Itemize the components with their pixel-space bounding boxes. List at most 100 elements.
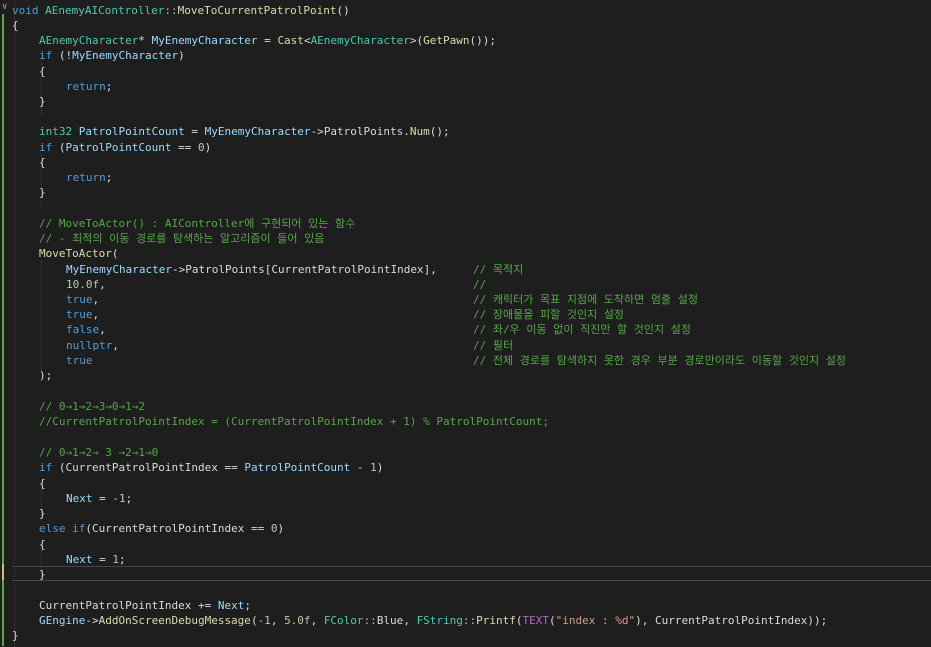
code-line[interactable]: // 좌/우 이동 없이 직진만 할 것인지 설정 — [473, 322, 691, 337]
function-name: GetPawn — [423, 34, 470, 47]
code-line[interactable]: // 0→1→2→3→0→1→2 — [39, 399, 145, 414]
variable: MyEnemyCharacter — [204, 125, 311, 138]
code-line[interactable]: false, — [66, 322, 106, 337]
comment: // 좌/우 이동 없이 직진만 할 것인지 설정 — [473, 323, 692, 336]
code-line[interactable]: // — [473, 277, 486, 292]
code-line[interactable]: // 전체 경로를 탐색하지 못한 경우 부분 경로만이라도 이동할 것인지 설… — [473, 353, 846, 368]
operator: = — [92, 553, 113, 566]
code-line[interactable]: void AEnemyAIController::MoveToCurrentPa… — [12, 3, 350, 18]
code-line[interactable]: //CurrentPatrolPointIndex = (CurrentPatr… — [39, 414, 549, 429]
code-line[interactable]: } — [39, 94, 46, 109]
variable: MyEnemyCharacter — [66, 263, 172, 276]
code-line[interactable]: // MoveToActor() : AIController에 구현되어 있는… — [39, 216, 355, 231]
member: PatrolPoints — [185, 263, 265, 276]
scope-operator: :: — [164, 4, 178, 17]
code-line[interactable]: if (CurrentPatrolPointIndex == PatrolPoi… — [39, 460, 383, 475]
comment: // 0→1→2→ 3 →2→1→0 — [39, 446, 159, 459]
variable: Next — [66, 492, 93, 505]
punctuation: (); — [429, 125, 450, 138]
code-line[interactable]: 10.0f, — [66, 277, 106, 292]
open-brace: { — [12, 19, 19, 32]
keyword: if — [72, 522, 86, 535]
code-line[interactable]: // - 최적의 이동 경로를 탐색하는 알고리즘이 들어 있음 — [39, 231, 324, 246]
operator: += — [191, 599, 218, 612]
code-line[interactable]: // 장애물을 피할 것인지 설정 — [473, 307, 624, 322]
comment: // — [473, 278, 487, 291]
code-line[interactable]: } — [12, 628, 19, 643]
scope-operator: :: — [363, 614, 377, 627]
number-literal: -1 — [257, 614, 271, 627]
code-line[interactable]: CurrentPatrolPointIndex += Next; — [39, 598, 251, 613]
code-line[interactable]: ); — [39, 368, 52, 383]
code-line[interactable]: nullptr, — [66, 338, 119, 353]
code-line[interactable]: GEngine->AddOnScreenDebugMessage(-1, 5.0… — [39, 613, 827, 628]
code-line[interactable]: else if(CurrentPatrolPointIndex == 0) — [39, 521, 284, 536]
code-line[interactable]: return; — [66, 79, 112, 94]
punctuation: ( — [52, 461, 66, 474]
code-line[interactable]: // 필터 — [473, 338, 513, 353]
punctuation: , — [99, 323, 106, 336]
operator: - — [350, 461, 371, 474]
code-line[interactable]: AEnemyCharacter* MyEnemyCharacter = Cast… — [39, 33, 496, 48]
code-line[interactable]: if (!MyEnemyCharacter) — [39, 48, 185, 63]
code-line[interactable]: } — [39, 567, 46, 582]
macro: TEXT — [522, 614, 550, 627]
code-line[interactable]: true, — [66, 292, 99, 307]
punctuation: ( — [515, 614, 523, 627]
punctuation: ); — [39, 369, 53, 382]
keyword: if — [39, 49, 53, 62]
code-line[interactable]: } — [39, 506, 46, 521]
code-line[interactable]: Next = 1; — [66, 552, 126, 567]
code-line[interactable]: MyEnemyCharacter->PatrolPoints[CurrentPa… — [66, 262, 437, 277]
punctuation: , — [92, 308, 100, 321]
comment: // 장애물을 피할 것인지 설정 — [473, 308, 625, 321]
operator: = — [184, 125, 205, 138]
operator: == — [244, 522, 271, 535]
punctuation: ()); — [469, 34, 497, 47]
function-name: MoveToActor — [39, 247, 112, 260]
punctuation: > — [409, 34, 417, 47]
collapse-chevron-icon[interactable]: ∨ — [2, 2, 11, 12]
code-line[interactable]: int32 PatrolPointCount = MyEnemyCharacte… — [39, 124, 450, 139]
code-line[interactable]: // 목적지 — [473, 262, 523, 277]
code-line[interactable]: { — [39, 64, 46, 79]
keyword: if — [39, 461, 53, 474]
punctuation: ), — [635, 614, 656, 627]
number-literal: -1 — [112, 492, 126, 505]
variable: PatrolPointCount — [65, 141, 172, 154]
code-line[interactable]: // 0→1→2→ 3 →2→1→0 — [39, 445, 158, 460]
comment: //CurrentPatrolPointIndex = (CurrentPatr… — [39, 415, 549, 428]
code-line[interactable]: { — [12, 18, 19, 33]
keyword: void — [12, 4, 39, 17]
keyword: if — [39, 141, 53, 154]
current-line-highlight — [12, 566, 931, 581]
punctuation: ) — [204, 141, 212, 154]
code-line[interactable]: if (PatrolPointCount == 0) — [39, 140, 211, 155]
comment: // 캐릭터가 목표 지점에 도착하면 멈출 설정 — [473, 293, 699, 306]
close-brace: } — [12, 629, 19, 642]
code-line[interactable]: Next = -1; — [66, 491, 132, 506]
comment: // - 최적의 이동 경로를 탐색하는 알고리즘이 들어 있음 — [39, 232, 325, 245]
operator: = — [92, 492, 113, 505]
code-line[interactable]: } — [39, 185, 46, 200]
code-line[interactable]: return; — [66, 170, 112, 185]
member: PatrolPoints — [323, 125, 404, 138]
code-line[interactable]: true — [66, 353, 93, 368]
code-line[interactable]: { — [39, 476, 46, 491]
variable: MyEnemyCharacter — [72, 49, 179, 62]
comment: // 목적지 — [473, 263, 524, 276]
code-line[interactable]: { — [39, 155, 46, 170]
operator: == — [217, 461, 245, 474]
code-line[interactable]: true, — [66, 307, 99, 322]
indent-guide — [14, 0, 15, 647]
operator: -> — [310, 125, 324, 138]
number-literal: 10.0f — [66, 278, 100, 291]
punctuation: ; — [244, 599, 251, 612]
code-editor[interactable]: ∨ void AEnemyAIController::MoveToCurrent… — [0, 0, 931, 647]
code-line[interactable]: // 캐릭터가 목표 지점에 도착하면 멈출 설정 — [473, 292, 698, 307]
punctuation: ( — [85, 522, 92, 535]
code-line[interactable]: { — [39, 537, 46, 552]
string-literal: "index : %d" — [555, 614, 636, 627]
saved-changes-bar — [2, 14, 4, 646]
code-line[interactable]: MoveToActor( — [39, 246, 118, 261]
